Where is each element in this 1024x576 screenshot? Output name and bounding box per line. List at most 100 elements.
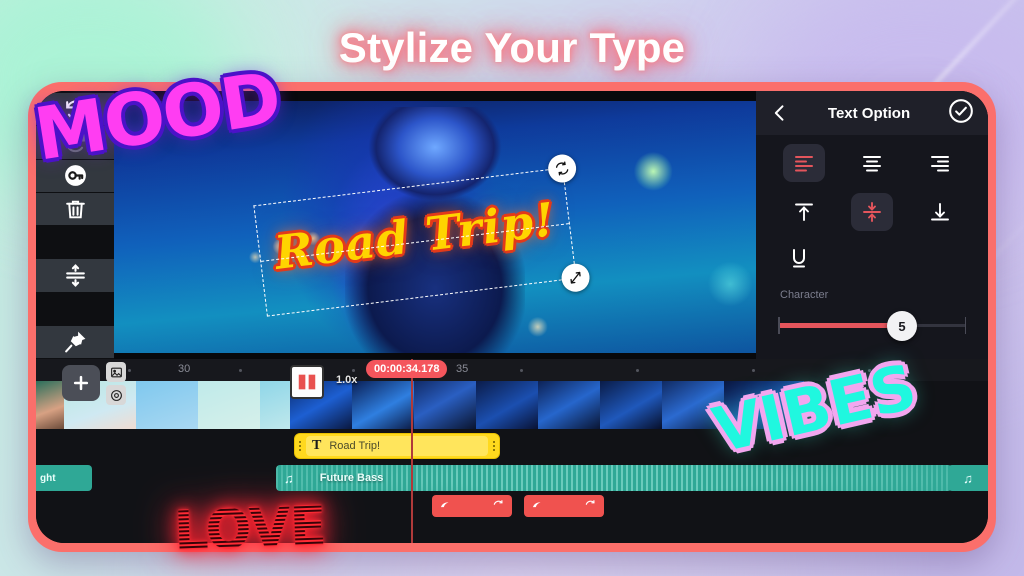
- resize-diagonal-icon: [570, 271, 581, 284]
- slider-tick-min: [778, 317, 780, 334]
- text-T-icon: T: [312, 438, 322, 453]
- sound-effect-clip[interactable]: [524, 495, 604, 517]
- clip-speed-label: 1.0x: [336, 374, 358, 386]
- transition-button[interactable]: [290, 365, 324, 399]
- ruler-tick: [352, 369, 355, 372]
- undo-button[interactable]: [36, 93, 114, 127]
- preview-letterbox-top: [114, 91, 756, 101]
- selection-midline: [261, 223, 569, 262]
- redo-button[interactable]: [36, 126, 114, 160]
- key-button[interactable]: [36, 159, 114, 193]
- video-thumbnail[interactable]: [600, 381, 662, 429]
- audio-clip-label: Future Bass: [319, 472, 384, 484]
- video-thumbnail[interactable]: [198, 381, 260, 429]
- video-thumbnail[interactable]: [260, 381, 290, 429]
- current-time-badge: 00:00:34.178: [366, 360, 448, 378]
- ruler-tick: [636, 369, 639, 372]
- align-right-icon: [931, 156, 949, 172]
- ruler-label: 30: [178, 363, 191, 375]
- check-circle-icon: [949, 98, 973, 123]
- plus-icon: [73, 375, 89, 391]
- rotate-icon: [555, 161, 569, 176]
- timeline[interactable]: 30 35 00:00:34.178 1.0x T Road Trip! ght…: [36, 359, 988, 543]
- align-center-button[interactable]: [851, 144, 893, 182]
- add-capture-button[interactable]: [106, 385, 126, 405]
- transition-icon: [298, 374, 316, 390]
- timeline-ruler[interactable]: 30 35: [36, 359, 988, 381]
- slider-knob[interactable]: 5: [887, 311, 918, 341]
- audio-clip[interactable]: ♫ Future Bass: [276, 465, 952, 491]
- video-thumbnail[interactable]: [724, 381, 804, 429]
- loop-icon: [585, 500, 595, 505]
- video-thumbnail[interactable]: [662, 381, 724, 429]
- align-middle-button[interactable]: [851, 193, 893, 231]
- video-thumbnail[interactable]: [476, 381, 538, 429]
- video-thumbnail[interactable]: [352, 381, 414, 429]
- rail-spacer: [36, 226, 114, 260]
- page-title: Stylize Your Type: [338, 24, 686, 71]
- underline-row: [756, 233, 988, 279]
- align-bottom-button[interactable]: [919, 193, 961, 231]
- character-slider[interactable]: 5: [778, 311, 966, 341]
- app-screen: Road Trip! Text Option Character 5 30 35…: [36, 91, 988, 543]
- align-right-button[interactable]: [919, 144, 961, 182]
- video-preview[interactable]: Road Trip!: [114, 91, 756, 359]
- align-center-icon: [863, 156, 881, 172]
- pin-button[interactable]: [36, 325, 114, 359]
- trash-icon: [65, 200, 85, 218]
- clip-handle-left[interactable]: [295, 434, 305, 458]
- sound-effect-clip[interactable]: [432, 495, 512, 517]
- ruler-tick: [520, 369, 523, 372]
- camera-icon: [110, 389, 122, 401]
- phone-mockup: Road Trip! Text Option Character 5 30 35…: [28, 82, 996, 552]
- align-middle-icon: [863, 202, 881, 222]
- pin-icon: [64, 331, 85, 353]
- music-note-icon: ♫: [963, 470, 973, 486]
- video-thumbnail[interactable]: [36, 381, 64, 429]
- align-bottom-icon: [931, 203, 949, 221]
- character-slider-label: Character: [780, 289, 829, 301]
- text-option-panel: Text Option Character 5: [756, 91, 988, 359]
- text-clip-label: Road Trip!: [329, 440, 381, 452]
- vertical-align-row: [756, 184, 988, 233]
- rail-spacer: [36, 292, 114, 326]
- image-icon: [110, 367, 122, 377]
- text-clip-body: T Road Trip!: [306, 436, 488, 456]
- horizontal-align-row: [756, 135, 988, 184]
- video-thumbnail[interactable]: [538, 381, 600, 429]
- audio-clip-previous-label: ght: [40, 472, 56, 484]
- music-note-icon: ♫: [284, 470, 294, 486]
- video-thumbnail[interactable]: [414, 381, 476, 429]
- slider-tick-max: [964, 317, 966, 334]
- text-clip[interactable]: T Road Trip!: [294, 433, 500, 459]
- panel-title: Text Option: [827, 104, 911, 122]
- add-image-button[interactable]: [106, 362, 126, 382]
- video-track[interactable]: [36, 381, 988, 429]
- video-thumbnail[interactable]: [136, 381, 198, 429]
- loop-icon: [493, 500, 503, 505]
- align-top-icon: [795, 203, 813, 221]
- align-left-icon: [795, 156, 813, 172]
- undo-icon: [65, 100, 85, 119]
- underline-icon: [793, 249, 805, 268]
- delete-button[interactable]: [36, 192, 114, 227]
- sound-effect-icon: [532, 502, 541, 508]
- back-chevron-icon[interactable]: [770, 103, 790, 123]
- panel-header: Text Option: [756, 91, 988, 135]
- underline-button[interactable]: [778, 239, 820, 277]
- add-media-button[interactable]: [62, 365, 100, 401]
- ruler-tick: [239, 369, 242, 372]
- split-adjust-icon: [65, 264, 85, 287]
- sound-effect-icon: [440, 502, 449, 508]
- left-toolbar: [36, 91, 114, 359]
- clip-handle-right[interactable]: [489, 434, 499, 458]
- align-top-button[interactable]: [783, 193, 825, 231]
- split-adjust-button[interactable]: [36, 259, 114, 293]
- audio-clip-next[interactable]: ♫: [948, 465, 988, 491]
- editor-upper-area: Road Trip! Text Option Character 5: [36, 91, 988, 359]
- ruler-label: 35: [456, 363, 469, 375]
- confirm-button[interactable]: [948, 98, 974, 129]
- playhead[interactable]: [411, 359, 413, 543]
- align-left-button[interactable]: [783, 144, 825, 182]
- audio-clip-previous[interactable]: ght: [36, 465, 92, 491]
